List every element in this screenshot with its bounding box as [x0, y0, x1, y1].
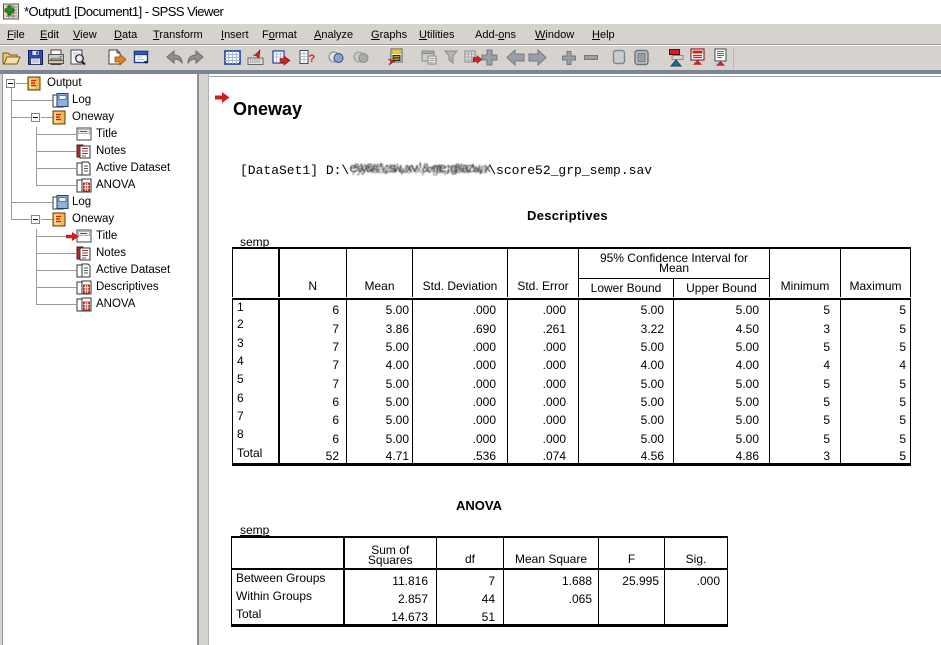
svg-text:?: ?: [309, 53, 316, 65]
